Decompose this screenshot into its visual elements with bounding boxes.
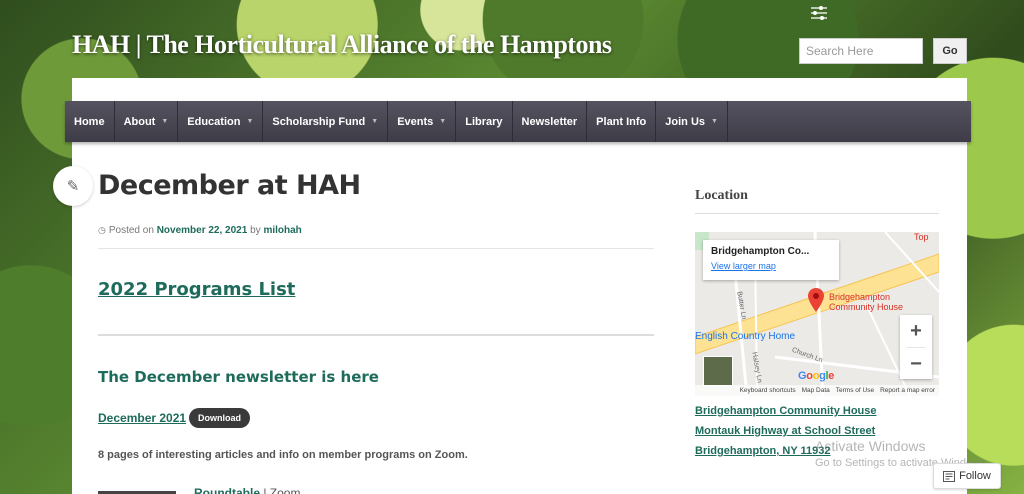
map-pin-icon[interactable] — [808, 288, 824, 312]
programs-list-link[interactable]: 2022 Programs List — [98, 279, 295, 300]
post-date-link[interactable]: November 22, 2021 — [157, 225, 248, 236]
main-navigation: Home About ▼ Education ▼ Scholarship Fund ▼… — [65, 101, 971, 142]
roundtable-link[interactable]: Roundtable — [194, 486, 260, 494]
street-view-thumbnail[interactable] — [703, 356, 733, 386]
divider — [98, 248, 654, 249]
newsletter-heading: The December newsletter is here — [98, 368, 379, 386]
map-footer: Keyboard shortcuts Map Data Terms of Use… — [695, 385, 939, 396]
google-logo: Google — [798, 370, 835, 382]
nav-item-about[interactable]: About ▼ — [115, 101, 179, 142]
terms-of-use-link[interactable]: Terms of Use — [836, 387, 874, 394]
chevron-down-icon: ▼ — [371, 118, 379, 125]
map-poi-label: Top — [914, 232, 929, 242]
search-go-button[interactable]: Go — [933, 38, 967, 64]
divider — [695, 213, 939, 214]
newsletter-description: 8 pages of interesting articles and info… — [98, 449, 468, 461]
edit-post-button[interactable]: ✎ — [53, 166, 93, 206]
nav-item-scholarship-fund[interactable]: Scholarship Fund ▼ — [263, 101, 389, 142]
reader-icon — [943, 470, 956, 482]
nav-item-education[interactable]: Education ▼ — [178, 101, 264, 142]
map-data-link[interactable]: Map Data — [802, 387, 830, 394]
address-line-2[interactable]: Montauk Highway at School Street — [695, 425, 875, 437]
download-button[interactable]: Download — [189, 408, 250, 428]
post-meta: ◷ Posted on November 22, 2021 by milohah — [98, 225, 302, 236]
view-larger-map-link[interactable]: View larger map — [711, 261, 831, 271]
chevron-down-icon: ▼ — [246, 118, 254, 125]
map-poi-label: English Country Home — [695, 331, 796, 342]
keyboard-shortcuts-link[interactable]: Keyboard shortcuts — [740, 387, 796, 394]
clock-icon: ◷ — [98, 225, 106, 235]
post-title: December at HAH — [98, 170, 361, 201]
zoom-in-button[interactable]: + — [900, 315, 932, 347]
address-line-1[interactable]: Bridgehampton Community House — [695, 405, 877, 417]
site-title[interactable]: HAH | The Horticultural Alliance of the … — [72, 30, 612, 60]
zoom-out-button[interactable]: − — [900, 348, 932, 380]
pencil-icon: ✎ — [66, 178, 80, 195]
nav-item-join-us[interactable]: Join Us ▼ — [656, 101, 728, 142]
roundtable-line: Roundtable | Zoom — [194, 486, 300, 494]
nav-item-library[interactable]: Library — [456, 101, 513, 142]
chevron-down-icon: ▼ — [439, 118, 447, 125]
settings-sliders-icon[interactable] — [810, 5, 828, 21]
location-map[interactable]: Bridgehampton Co... View larger map Brid… — [695, 232, 939, 396]
nav-item-home[interactable]: Home — [65, 101, 115, 142]
chevron-down-icon: ▼ — [711, 118, 718, 125]
map-pin-label: Bridgehampton Community House — [829, 292, 904, 313]
location-widget-title: Location — [695, 188, 748, 203]
follow-button[interactable]: Follow — [933, 463, 1001, 489]
map-zoom-controls: + − — [900, 315, 932, 379]
address-line-3[interactable]: Bridgehampton, NY 11932 — [695, 445, 831, 457]
divider — [98, 334, 654, 336]
map-info-card: Bridgehampton Co... View larger map — [703, 240, 839, 280]
newsletter-issue-link[interactable]: December 2021 — [98, 411, 186, 425]
report-map-error-link[interactable]: Report a map error — [880, 387, 935, 394]
nav-item-events[interactable]: Events ▼ — [388, 101, 457, 142]
nav-item-plant-info[interactable]: Plant Info — [587, 101, 657, 142]
nav-item-newsletter[interactable]: Newsletter — [513, 101, 588, 142]
activation-watermark-title: Activate Windows — [815, 438, 926, 454]
post-author-link[interactable]: milohah — [263, 225, 301, 236]
search-input[interactable] — [799, 38, 923, 64]
chevron-down-icon: ▼ — [161, 118, 169, 125]
